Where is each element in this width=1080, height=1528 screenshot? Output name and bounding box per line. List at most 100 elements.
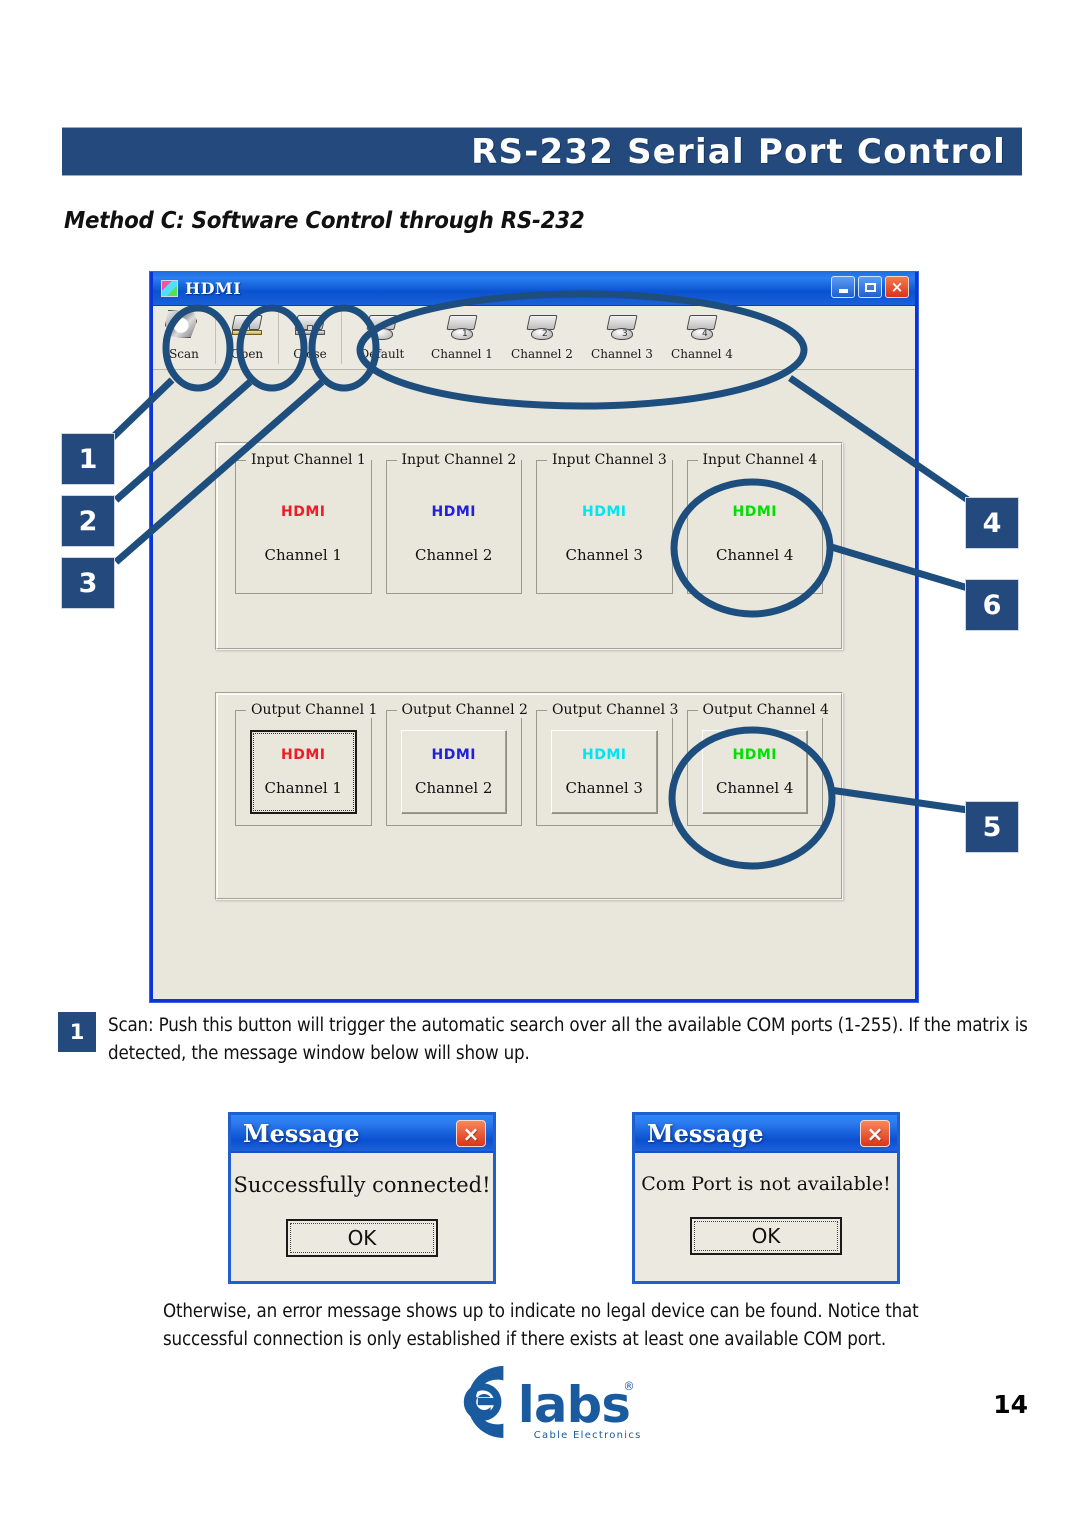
output-channel-1-group: Output Channel 1 HDMI Channel 1 [235, 702, 383, 826]
dialog-message: Successfully connected! [233, 1173, 491, 1197]
section-heading: Method C: Software Control through RS-23… [64, 208, 585, 234]
input-channel-4-title: Input Channel 4 [697, 452, 823, 468]
output-channel-4-title: Output Channel 4 [697, 702, 834, 718]
input-channel-3-value: Channel 3 [565, 546, 643, 564]
toolbar-label-channel-3: Channel 3 [591, 347, 653, 361]
preset-channel-2-icon: 2 [522, 310, 562, 346]
input-channel-2-value: Channel 2 [415, 546, 493, 564]
output-channel-2-group: Output Channel 2 HDMI Channel 2 [385, 702, 533, 826]
close-button[interactable]: × [885, 276, 909, 298]
toolbar-button-scan[interactable]: Scan [153, 308, 215, 368]
input-channels-panel: Input Channel 1 HDMI Channel 1 Input Cha… [215, 442, 843, 650]
output-channel-2-title: Output Channel 2 [396, 702, 533, 718]
default-preset-icon [362, 310, 402, 346]
input-channel-4-group: Input Channel 4 HDMI Channel 4 [686, 452, 823, 594]
app-toolbar: Scan Open Close Default 1 Channel 1 2 Ch… [153, 306, 915, 370]
input-channel-3-title: Input Channel 3 [547, 452, 672, 468]
celabs-logo: labs ® Cable Electronics [440, 1358, 650, 1446]
input-channel-1-value: Channel 1 [264, 546, 342, 564]
input-channel-2-title: Input Channel 2 [396, 452, 522, 468]
hdmi-logo-input-4: HDMI [732, 504, 777, 520]
dialog-close-icon[interactable]: × [860, 1120, 890, 1147]
input-channel-1-title: Input Channel 1 [246, 452, 371, 468]
preset-channel-3-icon: 3 [602, 310, 642, 346]
step-1-text: Scan: Push this button will trigger the … [108, 1015, 1028, 1065]
dialog-com-port-not-available: Message × Com Port is not available! OK [632, 1112, 900, 1284]
dialog-body: Successfully connected! OK [231, 1153, 493, 1281]
toolbar-button-open[interactable]: Open [216, 308, 278, 368]
toolbar-button-close-port[interactable]: Close [279, 308, 341, 368]
input-channel-1-group: Input Channel 1 HDMI Channel 1 [235, 452, 372, 594]
toolbar-label-default: Default [359, 347, 405, 361]
output-channel-3-group: Output Channel 3 HDMI Channel 3 [536, 702, 684, 826]
toolbar-button-channel-1[interactable]: 1 Channel 1 [422, 308, 502, 368]
output-channel-4-group: Output Channel 4 HDMI Channel 4 [686, 702, 834, 826]
step-badge-1: 1 [58, 1012, 96, 1052]
window-titlebar: HDMI × [153, 272, 915, 306]
page-banner: RS-232 Serial Port Control [62, 127, 1022, 176]
output-channel-3-button[interactable]: HDMI Channel 3 [551, 730, 658, 814]
hdmi-app-icon [161, 280, 178, 297]
maximize-button[interactable] [858, 276, 882, 298]
dialog-title: Message [243, 1118, 360, 1148]
toolbar-label-open: Open [230, 347, 264, 361]
toolbar-button-channel-2[interactable]: 2 Channel 2 [502, 308, 582, 368]
dialog-titlebar: Message × [635, 1115, 897, 1153]
minimize-button[interactable] [831, 276, 855, 298]
hdmi-logo-input-2: HDMI [431, 504, 476, 520]
hdmi-logo-input-3: HDMI [582, 504, 627, 520]
input-channel-2-group: Input Channel 2 HDMI Channel 2 [385, 452, 522, 594]
toolbar-button-default[interactable]: Default [342, 308, 422, 368]
dialog-ok-button[interactable]: OK [690, 1217, 842, 1255]
output-channel-1-button[interactable]: HDMI Channel 1 [250, 730, 357, 814]
output-channels-panel: Output Channel 1 HDMI Channel 1 Output C… [215, 692, 843, 900]
toolbar-label-close: Close [293, 347, 327, 361]
hdmi-logo-output-3: HDMI [582, 747, 627, 763]
output-channel-3-title: Output Channel 3 [547, 702, 684, 718]
window-title-text: HDMI [185, 279, 242, 298]
output-channel-4-button[interactable]: HDMI Channel 4 [701, 730, 808, 814]
output-channel-3-value: Channel 3 [565, 779, 643, 797]
page-title: RS-232 Serial Port Control [471, 131, 1006, 172]
close-icon: × [890, 277, 904, 296]
output-channel-4-value: Channel 4 [716, 779, 794, 797]
toolbar-label-channel-1: Channel 1 [431, 347, 493, 361]
preset-channel-4-icon: 4 [682, 310, 722, 346]
dialog-title: Message [647, 1118, 764, 1148]
callout-badge-6: 6 [966, 580, 1018, 630]
logo-registered-mark: ® [623, 1380, 634, 1393]
toolbar-button-channel-4[interactable]: 4 Channel 4 [662, 308, 742, 368]
toolbar-label-channel-4: Channel 4 [671, 347, 733, 361]
output-channel-1-title: Output Channel 1 [246, 702, 383, 718]
hdmi-logo-output-1: HDMI [281, 747, 326, 763]
callout-badge-2: 2 [62, 496, 114, 546]
open-port-icon [227, 310, 267, 346]
window-button-group: × [831, 276, 909, 298]
output-channel-2-value: Channel 2 [415, 779, 493, 797]
output-channel-2-button[interactable]: HDMI Channel 2 [400, 730, 507, 814]
dialog-close-icon[interactable]: × [456, 1120, 486, 1147]
page-number: 14 [993, 1390, 1028, 1419]
hdmi-logo-output-4: HDMI [732, 747, 777, 763]
callout-badge-3: 3 [62, 558, 114, 608]
close-port-icon [290, 310, 330, 346]
logo-wordmark: labs [518, 1376, 630, 1434]
toolbar-button-channel-3[interactable]: 3 Channel 3 [582, 308, 662, 368]
dialog-titlebar: Message × [231, 1115, 493, 1153]
dialog-successfully-connected: Message × Successfully connected! OK [228, 1112, 496, 1284]
toolbar-label-channel-2: Channel 2 [511, 347, 573, 361]
input-channel-3-group: Input Channel 3 HDMI Channel 3 [536, 452, 673, 594]
scan-icon [164, 310, 204, 346]
toolbar-label-scan: Scan [169, 347, 199, 361]
dialog-message: Com Port is not available! [641, 1173, 891, 1195]
output-channel-1-value: Channel 1 [264, 779, 342, 797]
callout-badge-1: 1 [62, 434, 114, 484]
dialog-body: Com Port is not available! OK [635, 1153, 897, 1281]
closing-text: Otherwise, an error message shows up to … [163, 1301, 919, 1351]
hdmi-application-window: HDMI × Scan Open Close Default 1 Channel… [150, 272, 918, 1002]
dialog-ok-button[interactable]: OK [286, 1219, 438, 1257]
hdmi-logo-input-1: HDMI [281, 504, 326, 520]
hdmi-logo-output-2: HDMI [431, 747, 476, 763]
logo-tagline: Cable Electronics [534, 1430, 642, 1441]
callout-badge-4: 4 [966, 498, 1018, 548]
